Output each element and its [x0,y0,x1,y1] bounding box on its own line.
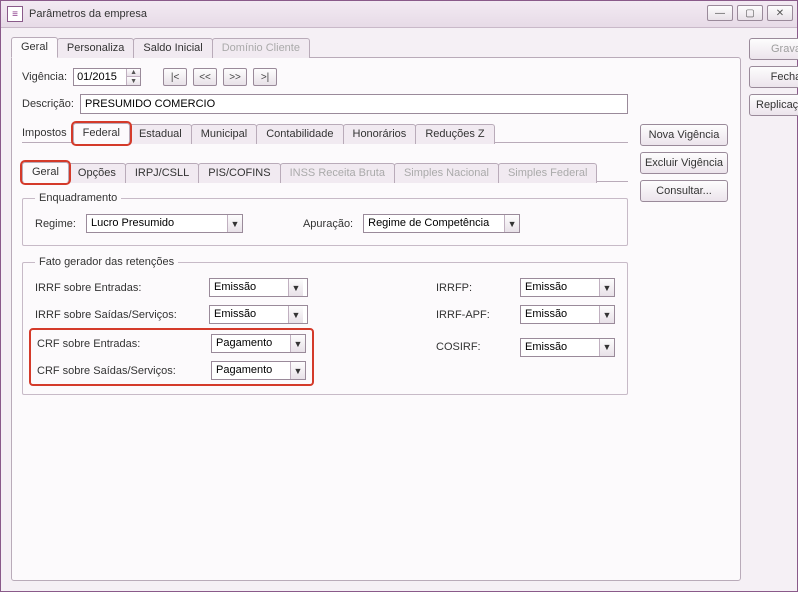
enquadramento-group: Enquadramento Regime: Lucro Presumido ▼ … [22,192,628,246]
cosirf-value: Emissão [521,339,599,356]
vigencia-label: Vigência: [22,71,67,83]
regime-select[interactable]: Lucro Presumido ▼ [86,214,243,233]
inner-content: Vigência: ▲ ▼ |< << >> >| [22,68,730,395]
spinner-down-icon[interactable]: ▼ [127,77,140,85]
irrfp-label: IRRFP: [436,282,496,294]
chevron-down-icon[interactable]: ▼ [599,306,614,323]
crf-saidas-select[interactable]: Pagamento ▼ [211,361,306,380]
chevron-down-icon[interactable]: ▼ [504,215,519,232]
federal-subtab-simples-nacional: Simples Nacional [394,163,499,183]
regime-label: Regime: [35,218,76,230]
maximize-button[interactable]: ▢ [737,5,763,21]
descricao-row: Descrição: [22,94,628,114]
impostos-tab-reducoes-z[interactable]: Reduções Z [415,124,494,144]
tab-geral[interactable]: Geral [11,37,58,58]
enquadramento-legend: Enquadramento [35,192,121,204]
client-area: Geral Personaliza Saldo Inicial Domínio … [1,28,797,591]
apuracao-value: Regime de Competência [364,215,504,232]
irrfp-value: Emissão [521,279,599,296]
federal-subtab-opcoes[interactable]: Opções [68,163,126,183]
nav-first-button[interactable]: |< [163,68,187,86]
irrf-saidas-value: Emissão [210,306,288,323]
tab-dominio-cliente: Domínio Cliente [212,38,310,58]
chevron-down-icon[interactable]: ▼ [290,335,305,352]
spinner-arrows: ▲ ▼ [126,69,140,85]
irrf-apf-select[interactable]: Emissão ▼ [520,305,615,324]
vigencia-input[interactable] [74,69,126,85]
fato-gerador-group: Fato gerador das retenções IRRF sobre En… [22,256,628,395]
impostos-tab-contabilidade[interactable]: Contabilidade [256,124,343,144]
crf-saidas-value: Pagamento [212,362,290,379]
federal-subtab-irpj-csll[interactable]: IRPJ/CSLL [125,163,199,183]
fechar-button[interactable]: Fechar [749,66,798,88]
irrfp-select[interactable]: Emissão ▼ [520,278,615,297]
nav-prev-button[interactable]: << [193,68,217,86]
chevron-down-icon[interactable]: ▼ [288,306,303,323]
impostos-tab-federal[interactable]: Federal [73,123,130,144]
impostos-tab-municipal[interactable]: Municipal [191,124,257,144]
nova-vigencia-button[interactable]: Nova Vigência [640,124,728,146]
minimize-button[interactable]: — [707,5,733,21]
tab-geral-frame: Vigência: ▲ ▼ |< << >> >| [11,57,741,581]
spinner-up-icon[interactable]: ▲ [127,69,140,77]
federal-subtab-simples-federal: Simples Federal [498,163,597,183]
fato-grid: IRRF sobre Entradas: Emissão ▼ IRRFP: Em… [35,278,615,382]
descricao-label: Descrição: [22,98,74,110]
irrf-saidas-label: IRRF sobre Saídas/Serviços: [35,309,185,321]
irrf-apf-value: Emissão [521,306,599,323]
excluir-vigencia-button[interactable]: Excluir Vigência [640,152,728,174]
impostos-tab-honorarios[interactable]: Honorários [343,124,417,144]
chevron-down-icon[interactable]: ▼ [599,339,614,356]
crf-highlight-block: CRF sobre Entradas: Pagamento ▼ CRF sobr… [35,332,308,382]
replicangle-button[interactable]: Replicação... [749,94,798,116]
consultar-button[interactable]: Consultar... [640,180,728,202]
irrf-apf-label: IRRF-APF: [436,309,496,321]
nav-last-button[interactable]: >| [253,68,277,86]
impostos-row: Impostos Federal Estadual Municipal Cont… [22,122,628,143]
irrf-entradas-value: Emissão [210,279,288,296]
right-buttons: Gravar Fechar Replicação... [749,36,798,581]
crf-red-box: CRF sobre Entradas: Pagamento ▼ CRF sobr… [29,328,314,386]
chevron-down-icon[interactable]: ▼ [227,215,242,232]
federal-subtab-inss-receita: INSS Receita Bruta [280,163,395,183]
impostos-tab-estadual[interactable]: Estadual [129,124,192,144]
vigencia-spinner[interactable]: ▲ ▼ [73,68,141,86]
apuracao-select[interactable]: Regime de Competência ▼ [363,214,520,233]
regime-value: Lucro Presumido [87,215,227,232]
tab-saldo-inicial[interactable]: Saldo Inicial [133,38,212,58]
cosirf-label: COSIRF: [436,341,496,353]
vigencia-row: Vigência: ▲ ▼ |< << >> >| [22,68,628,86]
federal-subtab-pis-cofins[interactable]: PIS/COFINS [198,163,280,183]
cosirf-select[interactable]: Emissão ▼ [520,338,615,357]
federal-subtabs: Geral Opções IRPJ/CSLL PIS/COFINS INSS R… [22,161,628,182]
irrf-entradas-label: IRRF sobre Entradas: [35,282,185,294]
close-button[interactable]: ✕ [767,5,793,21]
crf-entradas-value: Pagamento [212,335,290,352]
app-window: ≡ Parâmetros da empresa — ▢ ✕ Geral Pers… [0,0,798,592]
irrf-saidas-select[interactable]: Emissão ▼ [209,305,308,324]
main-panel: Geral Personaliza Saldo Inicial Domínio … [11,36,741,581]
crf-entradas-select[interactable]: Pagamento ▼ [211,334,306,353]
titlebar: ≡ Parâmetros da empresa — ▢ ✕ [1,1,797,28]
window-controls: — ▢ ✕ [707,5,793,21]
fato-gerador-legend: Fato gerador das retenções [35,256,178,268]
nav-next-button[interactable]: >> [223,68,247,86]
gravar-button[interactable]: Gravar [749,38,798,60]
window-title: Parâmetros da empresa [29,8,147,20]
federal-subtab-geral[interactable]: Geral [22,162,69,183]
impostos-label: Impostos [22,127,67,139]
chevron-down-icon[interactable]: ▼ [599,279,614,296]
crf-entradas-label: CRF sobre Entradas: [37,338,187,350]
vigencia-side-buttons: Nova Vigência Excluir Vigência Consultar… [640,124,728,202]
crf-saidas-label: CRF sobre Saídas/Serviços: [37,365,187,377]
irrf-entradas-select[interactable]: Emissão ▼ [209,278,308,297]
descricao-input[interactable] [80,94,628,114]
apuracao-label: Apuração: [303,218,353,230]
chevron-down-icon[interactable]: ▼ [288,279,303,296]
chevron-down-icon[interactable]: ▼ [290,362,305,379]
app-icon: ≡ [7,6,23,22]
main-tabstrip: Geral Personaliza Saldo Inicial Domínio … [11,36,741,57]
tab-personaliza[interactable]: Personaliza [57,38,134,58]
